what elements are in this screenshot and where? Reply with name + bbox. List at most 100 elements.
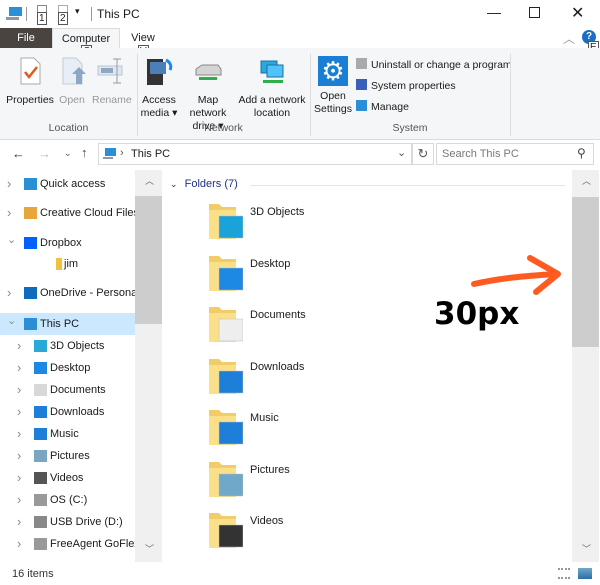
tab-file[interactable]: File	[0, 28, 52, 48]
minimize-button[interactable]: —	[487, 4, 501, 20]
back-button[interactable]: ←	[12, 146, 25, 161]
breadcrumb-separator-icon[interactable]: ›	[120, 147, 124, 159]
group-title: Folders (7)	[184, 178, 238, 190]
collapse-chevron-icon[interactable]: ⌄	[7, 232, 16, 251]
folder-icon	[56, 258, 62, 270]
access-media-button[interactable]: Access media ▾	[140, 56, 178, 120]
add-network-location-button[interactable]: Add a network location	[238, 56, 306, 120]
nav-item[interactable]: › Creative Cloud Files	[0, 202, 135, 224]
nav-item[interactable]: › USB Drive (D:)	[0, 511, 135, 533]
nav-scrollbar-thumb[interactable]	[135, 196, 162, 324]
recent-locations-button[interactable]: ⌄	[64, 148, 72, 159]
scroll-down-icon[interactable]: ﹀	[582, 542, 591, 555]
expand-chevron-icon[interactable]: ›	[17, 489, 21, 511]
forward-button[interactable]: →	[38, 146, 51, 161]
scroll-down-icon[interactable]: ﹀	[145, 542, 154, 555]
rename-button[interactable]: Rename	[92, 56, 132, 107]
folder-item[interactable]: Desktop	[205, 252, 405, 300]
collapse-icon: ⌄	[170, 179, 178, 189]
properties-button[interactable]: Properties	[6, 56, 54, 107]
folder-item[interactable]: Videos	[205, 509, 405, 557]
folder-label: Videos	[250, 515, 284, 527]
address-dropdown-icon[interactable]: ⌄	[397, 146, 406, 159]
computer-icon	[24, 318, 37, 330]
folder-item[interactable]: Documents	[205, 303, 405, 351]
expand-chevron-icon[interactable]: ›	[7, 282, 11, 304]
refresh-button[interactable]: ↻	[412, 143, 434, 165]
nav-item[interactable]: › Downloads	[0, 401, 135, 423]
content-scrollbar[interactable]: ︿ ﹀	[572, 170, 599, 562]
expand-chevron-icon[interactable]: ›	[17, 423, 21, 445]
nav-item-label: Downloads	[50, 406, 105, 418]
title-bar: 1 2 ▾ This PC — ✕	[0, 0, 600, 28]
button-label: System properties	[371, 80, 456, 92]
open-settings-button[interactable]: ⚙ Open Settings	[313, 56, 353, 116]
folder-item[interactable]: Music	[205, 406, 405, 454]
nav-item[interactable]: › FreeAgent GoFlex	[0, 533, 135, 555]
scroll-up-icon[interactable]: ︿	[145, 174, 154, 187]
nav-item[interactable]: › Quick access	[0, 173, 135, 195]
expand-chevron-icon[interactable]: ›	[17, 401, 21, 423]
expand-chevron-icon[interactable]: ›	[17, 445, 21, 467]
creative-cloud-icon	[24, 207, 37, 219]
annotation-arrow-icon	[471, 255, 561, 295]
expand-chevron-icon[interactable]: ›	[7, 202, 11, 224]
nav-item-label: FreeAgent GoFlex	[50, 538, 135, 550]
up-button[interactable]: ↑	[81, 145, 88, 160]
collapse-chevron-icon[interactable]: ⌄	[7, 313, 16, 332]
pictures-icon	[34, 450, 47, 462]
button-label: Open	[320, 90, 346, 102]
customize-qat-icon[interactable]: ▾	[75, 6, 80, 17]
manage-button[interactable]: Manage	[356, 100, 409, 113]
folders-group-header[interactable]: ⌄ Folders (7)	[170, 178, 238, 190]
open-button[interactable]: Open	[56, 56, 88, 107]
dropbox-icon	[24, 237, 37, 249]
folder-item[interactable]: Downloads	[205, 355, 405, 403]
folder-icon	[209, 410, 243, 445]
expand-chevron-icon[interactable]: ›	[17, 533, 21, 555]
search-input[interactable]: Search This PC ⚲	[436, 143, 594, 165]
details-view-button[interactable]	[558, 568, 570, 579]
nav-item[interactable]: › Desktop	[0, 357, 135, 379]
expand-chevron-icon[interactable]: ›	[17, 511, 21, 533]
content-scrollbar-thumb[interactable]	[572, 197, 599, 347]
close-button[interactable]: ✕	[571, 3, 584, 23]
expand-chevron-icon[interactable]: ›	[7, 173, 11, 195]
button-label: Rename	[92, 94, 132, 106]
search-placeholder: Search This PC	[442, 148, 519, 160]
nav-item-label: This PC	[40, 318, 80, 330]
breadcrumb-this-pc[interactable]: This PC	[131, 148, 170, 160]
large-icons-view-button[interactable]	[578, 568, 592, 579]
nav-item[interactable]: › Videos	[0, 467, 135, 489]
nav-item[interactable]: › OS (C:)	[0, 489, 135, 511]
folder-item[interactable]: Pictures	[205, 458, 405, 506]
uninstall-program-button[interactable]: Uninstall or change a program	[356, 58, 512, 71]
nav-item[interactable]: ⌄ Dropbox	[0, 232, 135, 254]
nav-item[interactable]: ⌄ This PC	[0, 313, 135, 335]
expand-chevron-icon[interactable]: ›	[17, 335, 21, 357]
network-location-icon	[260, 60, 284, 83]
tab-label: View	[131, 32, 155, 44]
nav-item[interactable]: › Music	[0, 423, 135, 445]
nav-scrollbar[interactable]: ︿ ﹀	[135, 170, 162, 562]
maximize-button[interactable]	[529, 7, 540, 18]
collapse-ribbon-icon[interactable]: ︿	[563, 30, 575, 47]
system-properties-button[interactable]: System properties	[356, 79, 456, 92]
expand-chevron-icon[interactable]: ›	[17, 357, 21, 379]
folder-item[interactable]: 3D Objects	[205, 200, 405, 248]
expand-chevron-icon[interactable]: ›	[17, 467, 21, 489]
download-icon	[34, 406, 47, 418]
nav-item[interactable]: › 3D Objects	[0, 335, 135, 357]
expand-chevron-icon[interactable]: ›	[17, 379, 21, 401]
nav-item[interactable]: › Documents	[0, 379, 135, 401]
nav-item-label: Videos	[50, 472, 84, 484]
nav-item-label: OS (C:)	[50, 494, 88, 506]
tab-label: Computer	[61, 33, 111, 45]
folder-icon	[209, 513, 243, 548]
scroll-up-icon[interactable]: ︿	[582, 174, 591, 187]
nav-item[interactable]: › OneDrive - Personal	[0, 282, 135, 304]
nav-item[interactable]: jim	[0, 253, 135, 275]
nav-item[interactable]: › Pictures	[0, 445, 135, 467]
address-input[interactable]: › This PC ⌄	[98, 143, 412, 165]
folder-icon	[209, 461, 243, 497]
